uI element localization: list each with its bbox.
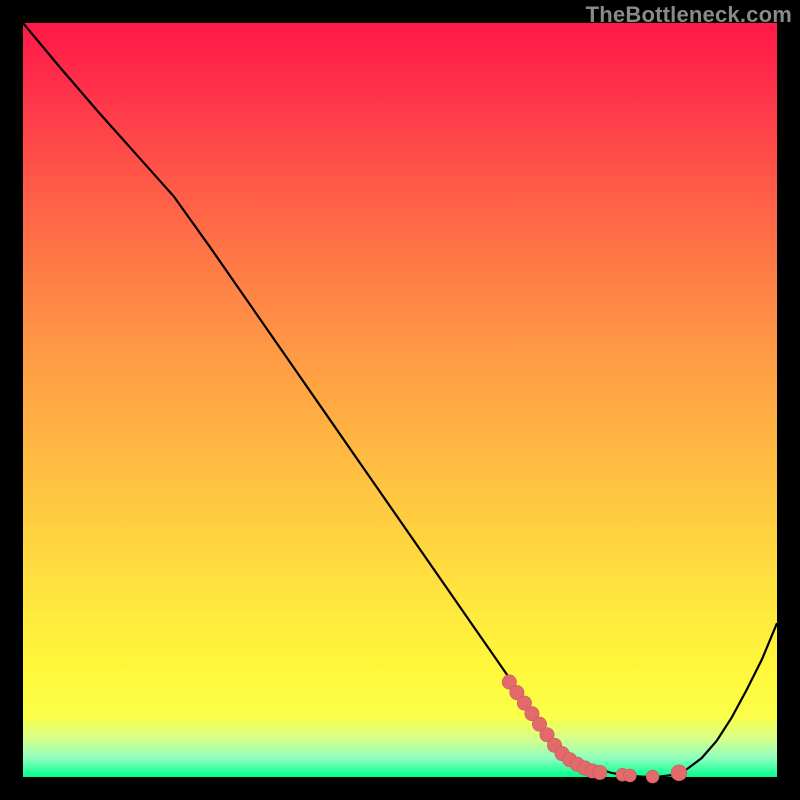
curve-marker [646,770,659,783]
bottleneck-curve [23,23,777,777]
curve-marker [671,765,687,781]
curve-marker [593,765,607,779]
curve-marker [624,769,637,782]
curve-line [23,23,777,777]
chart-plot-area [23,23,777,777]
watermark-text: TheBottleneck.com [586,2,792,28]
curve-markers [502,675,687,783]
